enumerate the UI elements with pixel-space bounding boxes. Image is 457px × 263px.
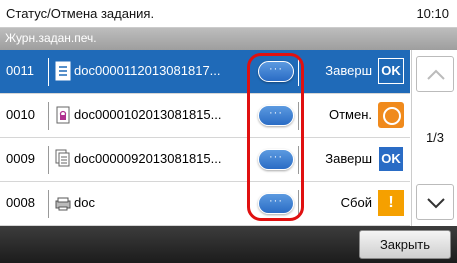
clock: 10:10: [416, 6, 449, 21]
job-status: Сбой: [340, 195, 372, 210]
chevron-down-icon: [427, 198, 445, 209]
divider: [48, 146, 49, 174]
lock-document-icon: [56, 106, 70, 124]
job-number: 0010: [6, 107, 35, 122]
close-button[interactable]: Закрыть: [359, 230, 451, 259]
detail-buttons-highlight: [247, 53, 304, 221]
log-title: Журн.задан.печ.: [5, 31, 97, 45]
job-row[interactable]: 0008 doc Сбой !: [0, 182, 410, 226]
scroll-panel: 1/3: [411, 50, 457, 226]
job-number: 0008: [6, 195, 35, 210]
title-bar: Статус/Отмена задания. 10:10: [0, 0, 457, 28]
error-icon: !: [378, 190, 404, 216]
divider: [48, 102, 49, 130]
ok-icon: OK: [378, 58, 404, 84]
job-status: Заверш: [325, 63, 372, 78]
job-name: doc0000092013081815...: [74, 151, 222, 166]
divider: [48, 58, 49, 86]
job-row[interactable]: 0009 doc0000092013081815... Заверш OK: [0, 138, 410, 182]
job-name: doc0000112013081817...: [74, 63, 221, 78]
chevron-up-icon: [427, 69, 445, 80]
multi-document-icon: [55, 149, 70, 167]
job-row[interactable]: 0010 doc0000102013081815... Отмен.: [0, 94, 410, 138]
document-icon: [55, 61, 71, 81]
print-job-log-screen: Статус/Отмена задания. 10:10 Журн.задан.…: [0, 0, 457, 263]
scroll-down-button[interactable]: [416, 184, 454, 220]
ok-icon: OK: [378, 146, 404, 172]
log-header: Журн.задан.печ.: [0, 28, 457, 50]
job-number: 0011: [6, 63, 34, 78]
job-status: Отмен.: [328, 107, 372, 122]
job-status: Заверш: [325, 151, 372, 166]
job-name: doc0000102013081815...: [74, 107, 222, 122]
printer-icon: [55, 197, 71, 211]
page-indicator: 1/3: [425, 130, 445, 145]
scroll-up-button[interactable]: [416, 56, 454, 92]
divider: [48, 190, 49, 218]
job-number: 0009: [6, 151, 35, 166]
job-row[interactable]: 0011 doc0000112013081817... Заверш OK: [0, 50, 410, 94]
cancel-icon: [378, 102, 404, 128]
footer-bar: Закрыть: [0, 226, 457, 263]
screen-title: Статус/Отмена задания.: [6, 6, 155, 21]
job-name: doc: [74, 195, 95, 210]
